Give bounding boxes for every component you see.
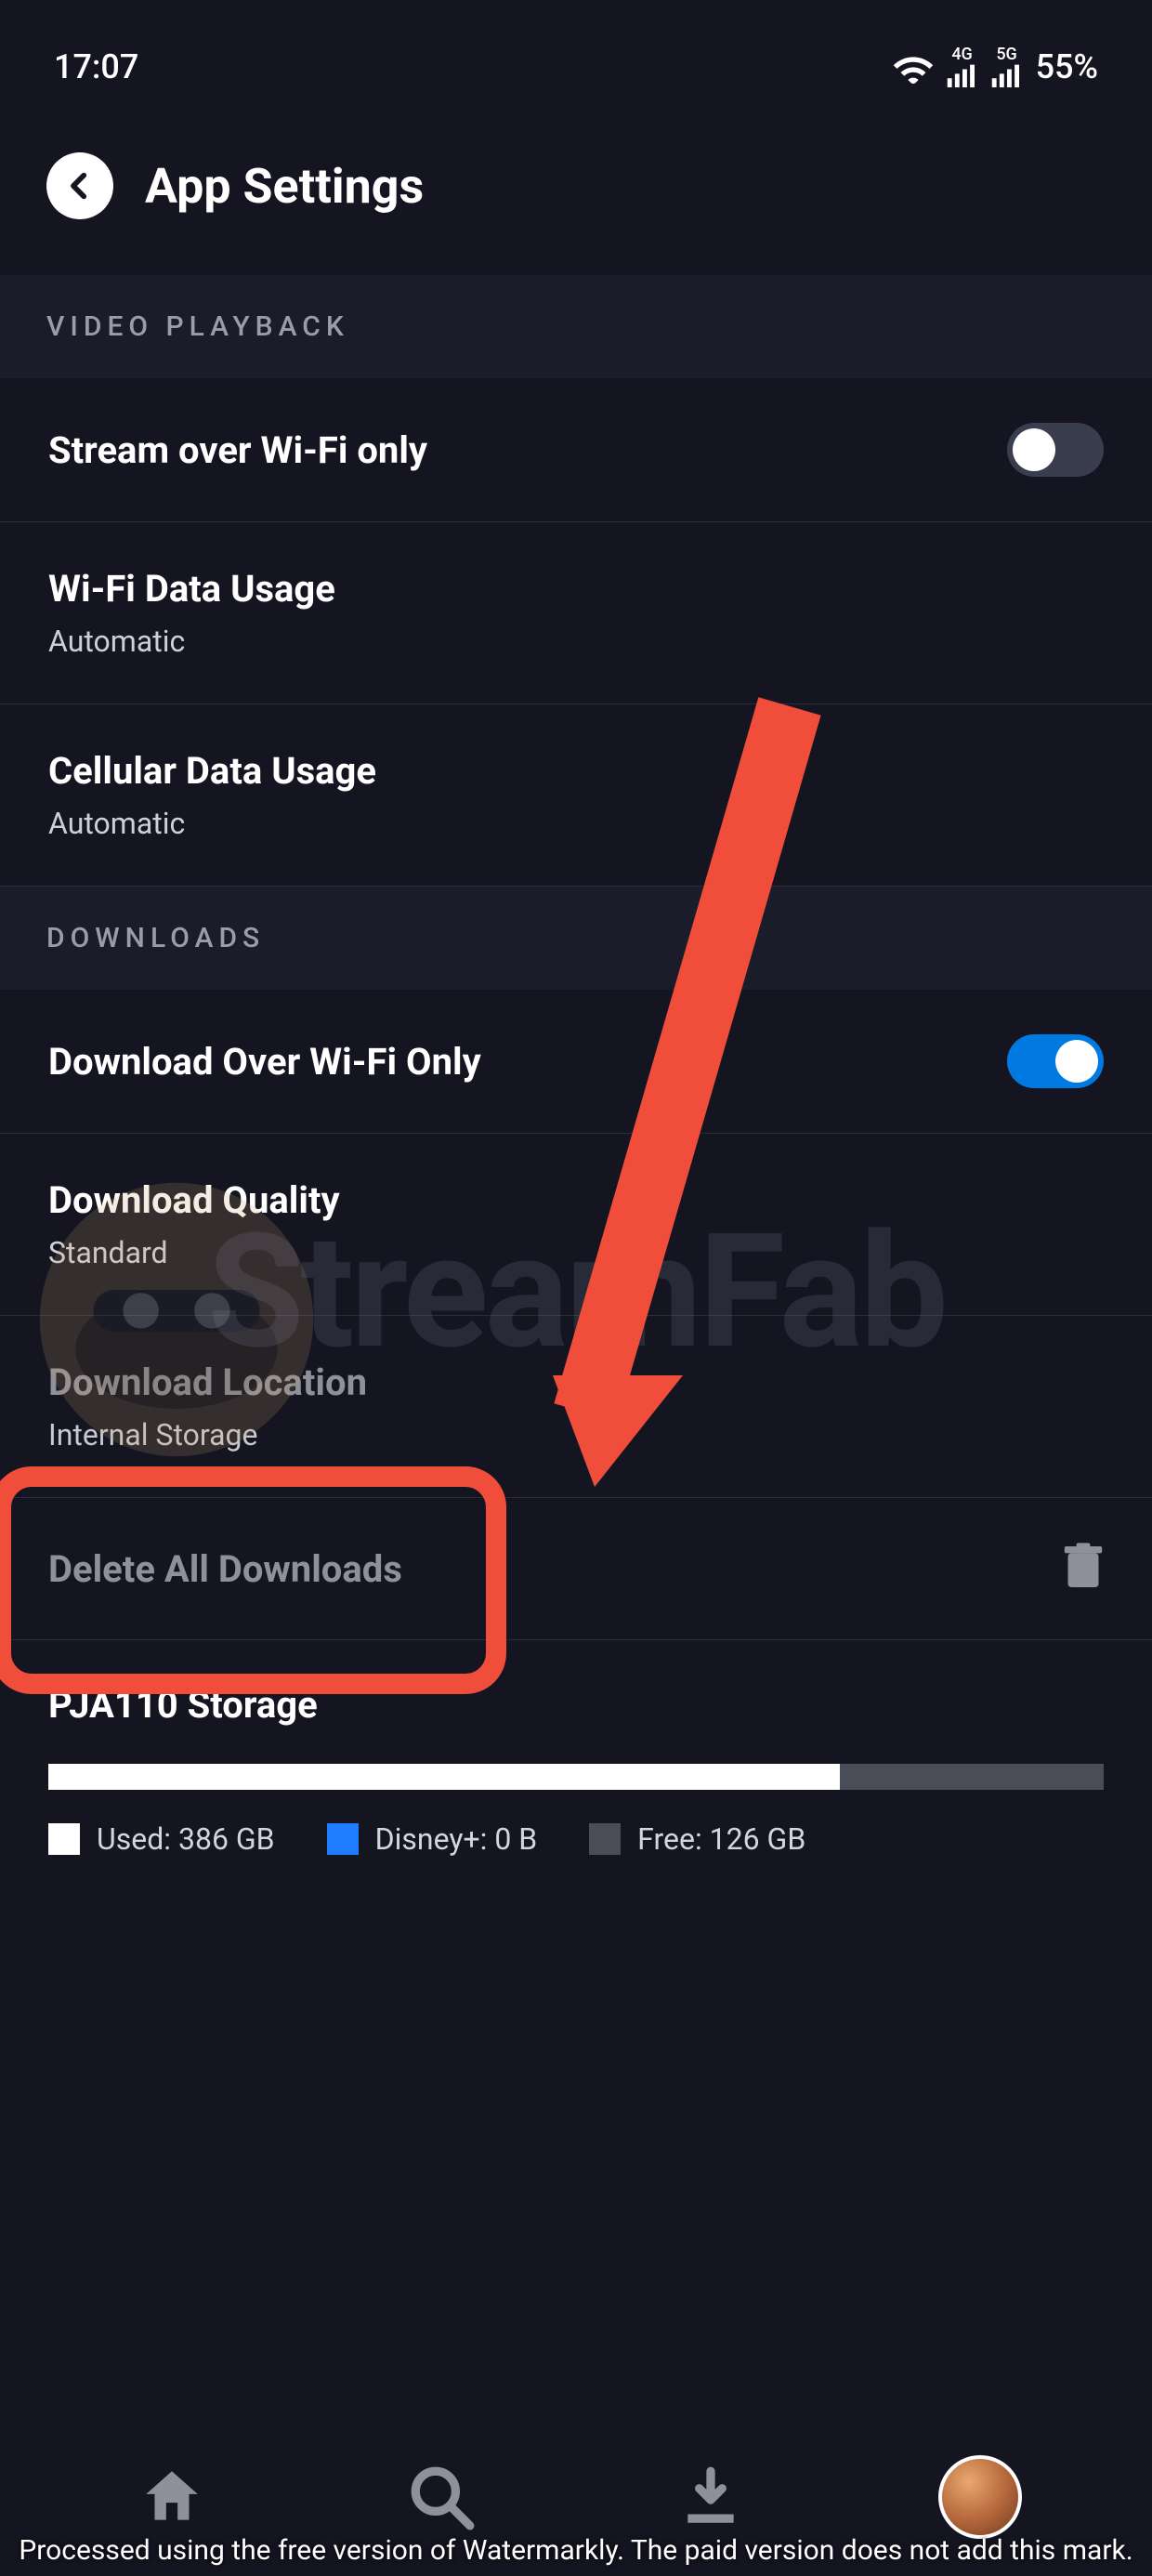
search-icon [407,2463,476,2531]
avatar [938,2455,1022,2539]
swatch-free [589,1823,621,1855]
storage-bar [48,1764,1104,1790]
wifi-icon [893,50,934,84]
home-icon [137,2463,206,2531]
nav-search[interactable] [390,2446,492,2548]
trash-icon [1063,1543,1104,1595]
row-subtitle: Automatic [48,624,335,659]
row-download-quality[interactable]: Download Quality Standard [0,1134,1152,1316]
toggle-knob [1013,428,1055,471]
row-title: Wi-Fi Data Usage [48,567,335,611]
back-button[interactable] [46,152,113,219]
row-subtitle: Automatic [48,806,376,841]
bottom-nav [0,2418,1152,2576]
signal-5g-icon: 5G [991,46,1023,87]
storage-legend: Used: 386 GB Disney+: 0 B Free: 126 GB [48,1821,1104,1857]
row-cellular-data-usage[interactable]: Cellular Data Usage Automatic [0,704,1152,887]
swatch-used [48,1823,80,1855]
row-wifi-data-usage[interactable]: Wi-Fi Data Usage Automatic [0,522,1152,704]
row-title: Stream over Wi-Fi only [48,428,427,472]
toggle-download-wifi[interactable] [1007,1034,1104,1088]
row-subtitle: Standard [48,1235,340,1270]
storage-section: PJA110 Storage Used: 386 GB Disney+: 0 B… [0,1640,1152,1912]
page-title: App Settings [145,158,424,215]
storage-title: PJA110 Storage [48,1683,1104,1727]
signal-4g-icon: 4G [947,46,978,87]
storage-bar-used [48,1764,840,1790]
nav-home[interactable] [121,2446,223,2548]
section-video-playback: VIDEO PLAYBACK [0,275,1152,378]
row-delete-all-downloads[interactable]: Delete All Downloads [0,1498,1152,1640]
legend-label: Used: 386 GB [97,1821,275,1857]
row-title: Download Quality [48,1178,340,1222]
row-title: Cellular Data Usage [48,749,376,793]
row-subtitle: Internal Storage [48,1417,367,1452]
legend-app: Disney+: 0 B [327,1821,538,1857]
nav-profile[interactable] [929,2446,1031,2548]
download-icon [676,2463,745,2531]
row-title: Download Over Wi-Fi Only [48,1040,481,1084]
status-bar: 17:07 4G 5G 55% [0,0,1152,125]
battery-text: 55% [1036,47,1098,86]
nav-downloads[interactable] [660,2446,762,2548]
legend-label: Free: 126 GB [637,1821,805,1857]
swatch-app [327,1823,359,1855]
page-header: App Settings [0,125,1152,275]
row-title: Delete All Downloads [48,1547,402,1591]
row-download-wifi-only[interactable]: Download Over Wi-Fi Only [0,990,1152,1134]
toggle-knob [1055,1040,1098,1083]
status-time: 17:07 [54,47,138,86]
section-downloads: DOWNLOADS [0,887,1152,990]
chevron-left-icon [64,170,96,202]
legend-used: Used: 386 GB [48,1821,275,1857]
legend-free: Free: 126 GB [589,1821,805,1857]
toggle-stream-wifi[interactable] [1007,423,1104,477]
row-stream-wifi-only[interactable]: Stream over Wi-Fi only [0,378,1152,522]
row-title: Download Location [48,1360,367,1404]
legend-label: Disney+: 0 B [375,1821,538,1857]
row-download-location[interactable]: Download Location Internal Storage [0,1316,1152,1498]
